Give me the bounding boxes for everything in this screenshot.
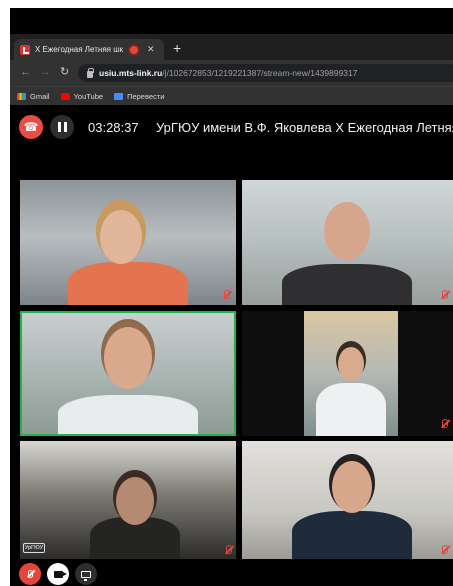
participant-figure	[282, 264, 412, 305]
muted-mic-icon	[226, 545, 232, 554]
muted-mic-icon	[442, 545, 448, 554]
muted-mic-icon	[442, 290, 448, 299]
camera-icon	[53, 570, 67, 578]
new-tab-button[interactable]: +	[173, 41, 181, 55]
mts-link-favicon-icon	[20, 44, 30, 55]
end-call-button[interactable]: ☎	[19, 115, 43, 139]
muted-mic-icon	[224, 290, 230, 299]
participant-face	[332, 461, 372, 513]
participant-face	[100, 210, 142, 264]
call-controls	[10, 562, 453, 586]
video-tile-participant-2[interactable]	[242, 180, 453, 305]
back-arrow-icon[interactable]: ←	[20, 66, 31, 78]
participant-figure	[316, 383, 386, 436]
video-tile-participant-1[interactable]	[20, 180, 236, 305]
bookmark-label: YouTube	[73, 91, 104, 101]
screen-photo: X Ежегодная Летняя шк ✕ + ← → ↻ usiu.mts…	[10, 8, 453, 586]
bookmarks-bar: Gmail YouTube Перевести	[10, 86, 453, 105]
video-tile-participant-5[interactable]: УрГЮУ	[20, 441, 236, 559]
participant-face	[338, 347, 364, 381]
pause-icon-bar	[63, 122, 67, 132]
close-tab-icon[interactable]: ✕	[147, 44, 155, 55]
meeting-title: УрГЮУ имени В.Ф. Яковлева X Ежегодная Ле…	[156, 120, 453, 135]
pause-icon-bar	[57, 122, 61, 132]
university-logo: УрГЮУ	[23, 542, 113, 554]
bookmark-translate[interactable]: Перевести	[114, 92, 164, 101]
participant-figure	[292, 511, 412, 559]
browser-tab[interactable]: X Ежегодная Летняя шк ✕	[14, 39, 164, 60]
participant-figure	[58, 395, 198, 434]
tab-title: X Ежегодная Летняя шк	[35, 45, 124, 54]
url-path: /j/102672853/1219221387/stream-new/14398…	[162, 68, 358, 78]
participant-face	[324, 202, 370, 260]
microphone-toggle-button[interactable]	[19, 563, 41, 585]
translate-icon	[114, 92, 124, 100]
bookmark-label: Перевести	[127, 91, 165, 101]
participant-figure	[68, 262, 188, 305]
muted-mic-icon	[442, 419, 448, 428]
microphone-off-icon	[27, 570, 33, 578]
participant-face	[116, 477, 154, 525]
phone-hangup-icon: ☎	[23, 120, 39, 134]
browser-toolbar: ← → ↻ usiu.mts-link.ru /j/102672853/1219…	[10, 60, 453, 86]
gmail-icon	[17, 92, 26, 100]
screen-share-button[interactable]	[75, 563, 97, 585]
bookmark-gmail[interactable]: Gmail	[17, 92, 50, 101]
bookmark-label: Gmail	[30, 91, 50, 101]
url-host: usiu.mts-link.ru	[99, 68, 163, 78]
participant-video	[304, 311, 398, 436]
bookmark-youtube[interactable]: YouTube	[60, 91, 104, 101]
camera-toggle-button[interactable]	[47, 563, 69, 585]
browser-tab-bar: X Ежегодная Летняя шк ✕ +	[10, 34, 453, 60]
university-logo-mark: УрГЮУ	[23, 543, 45, 553]
reload-icon[interactable]: ↻	[60, 66, 69, 78]
meeting-header: ☎ 03:28:37 УрГЮУ имени В.Ф. Яковлева X Е…	[10, 112, 453, 142]
participant-face	[104, 327, 152, 389]
address-bar[interactable]: usiu.mts-link.ru /j/102672853/1219221387…	[78, 64, 453, 82]
pause-button[interactable]	[50, 115, 74, 139]
video-tile-participant-4[interactable]	[242, 311, 453, 436]
recording-indicator-icon	[130, 45, 138, 54]
youtube-icon	[60, 92, 70, 100]
forward-arrow-icon[interactable]: →	[40, 66, 51, 78]
video-tile-participant-6[interactable]	[242, 441, 453, 559]
screen-share-icon	[81, 570, 91, 581]
video-tile-active-speaker[interactable]	[20, 311, 236, 436]
meeting-timer: 03:28:37	[88, 120, 139, 135]
lock-icon	[87, 67, 94, 78]
